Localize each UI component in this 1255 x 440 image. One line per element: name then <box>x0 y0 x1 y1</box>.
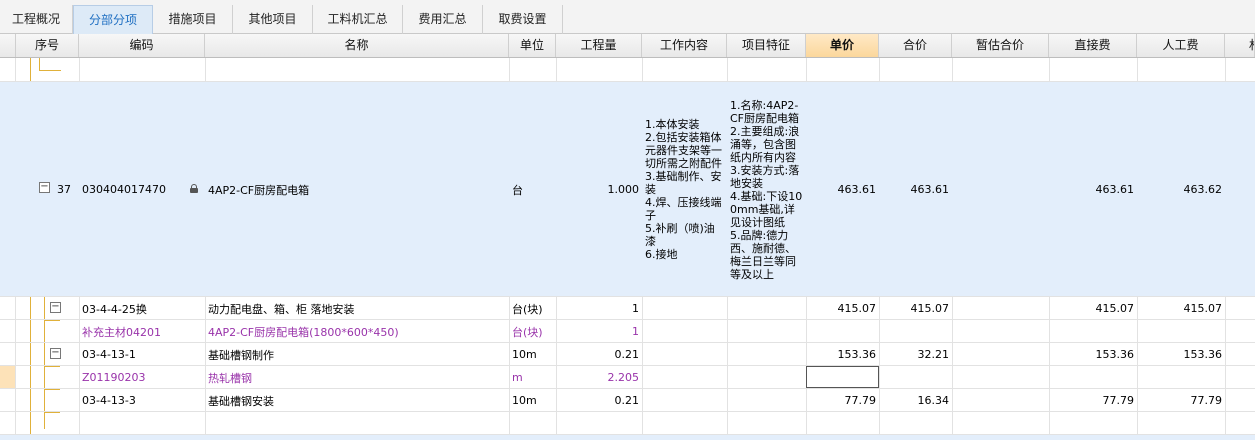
row-item-feature: 1.名称:4AP2-CF厨房配电箱 2.主要组成:浪涌等，包含图纸内所有内容 3… <box>730 98 803 281</box>
col-header-quantity[interactable]: 工程量 <box>556 34 642 57</box>
table-row[interactable]: − 03-4-13-1 基础槽钢制作 10m 0.21 153.36 32.21… <box>0 343 1255 366</box>
budget-editor-window: 工程概况 分部分项 措施项目 其他项目 工料机汇总 费用汇总 取费设置 序号 编… <box>0 0 1255 440</box>
table-row-material[interactable]: Z01190203 热轧槽钢 m 2.205 <box>0 366 1255 389</box>
row-labor-cost: 415.07 <box>1183 302 1223 315</box>
col-header-code[interactable]: 编码 <box>79 34 205 57</box>
grid-body: − 37 030404017470 4AP2-CF厨房配电箱 台 1.000 1… <box>0 58 1255 440</box>
lock-icon <box>190 184 198 193</box>
row-direct-cost: 463.61 <box>1095 183 1135 196</box>
row-total-price: 415.07 <box>910 302 950 315</box>
row-labor-cost: 463.62 <box>1183 183 1223 196</box>
row-unit: 10m <box>512 348 537 361</box>
table-row-item-37[interactable]: − 37 030404017470 4AP2-CF厨房配电箱 台 1.000 1… <box>0 82 1255 297</box>
col-header-name[interactable]: 名称 <box>205 34 509 57</box>
tab-other-items[interactable]: 其他项目 <box>233 5 313 34</box>
collapse-toggle[interactable]: − <box>50 348 61 359</box>
row-code: 03-4-13-3 <box>82 394 136 407</box>
row-unit-price: 77.79 <box>844 394 877 407</box>
row-total-price: 463.61 <box>910 183 950 196</box>
row-direct-cost: 153.36 <box>1095 348 1135 361</box>
grid-header: 序号 编码 名称 单位 工程量 工作内容 项目特征 单价 合价 暂估合价 直接费… <box>0 34 1255 58</box>
row-name: 4AP2-CF厨房配电箱(1800*600*450) <box>208 325 399 339</box>
current-row-marker <box>0 366 15 388</box>
row-unit: 台 <box>512 183 523 197</box>
table-row[interactable]: − 03-4-4-25换 动力配电盘、箱、柜 落地安装 台(块) 1 415.0… <box>0 297 1255 320</box>
col-header-work-content[interactable]: 工作内容 <box>642 34 727 57</box>
tab-measures[interactable]: 措施项目 <box>153 5 233 34</box>
row-quantity: 1 <box>632 302 639 315</box>
tab-material-summary[interactable]: 工料机汇总 <box>313 5 403 34</box>
col-header-labor-cost[interactable]: 人工费 <box>1137 34 1225 57</box>
row-direct-cost: 77.79 <box>1102 394 1135 407</box>
row-quantity: 0.21 <box>614 394 640 407</box>
row-seq: 37 <box>57 183 71 196</box>
row-name: 4AP2-CF厨房配电箱 <box>208 183 310 197</box>
row-total-price: 32.21 <box>917 348 950 361</box>
col-header-estimated-total[interactable]: 暂估合价 <box>952 34 1049 57</box>
row-unit-price: 153.36 <box>837 348 877 361</box>
row-unit-price: 463.61 <box>837 183 877 196</box>
col-header-unit[interactable]: 单位 <box>509 34 556 57</box>
row-work-content: 1.本体安装 2.包括安装箱体元器件支架等一切所需之附配件 3.基础制作、安装 … <box>645 118 722 261</box>
table-row[interactable]: 03-4-13-3 基础槽钢安装 10m 0.21 77.79 16.34 77… <box>0 389 1255 412</box>
table-row-material[interactable]: 补充主材04201 4AP2-CF厨房配电箱(1800*600*450) 台(块… <box>0 320 1255 343</box>
table-row-empty[interactable] <box>0 58 1255 82</box>
table-row-empty[interactable] <box>0 412 1255 435</box>
row-unit: 台(块) <box>512 325 543 339</box>
row-quantity: 2.205 <box>607 371 640 384</box>
tab-project-overview[interactable]: 工程概况 <box>0 5 73 34</box>
row-unit-price: 415.07 <box>837 302 877 315</box>
col-header-unit-price[interactable]: 单价 <box>806 34 879 57</box>
row-quantity: 0.21 <box>614 348 640 361</box>
row-labor-cost: 77.79 <box>1190 394 1223 407</box>
row-quantity: 1 <box>632 325 639 338</box>
table-row-next-item[interactable] <box>0 435 1255 440</box>
collapse-toggle[interactable]: − <box>50 302 61 313</box>
row-unit: m <box>512 371 523 384</box>
row-labor-cost: 153.36 <box>1183 348 1223 361</box>
row-code: 030404017470 <box>82 183 166 196</box>
tab-fee-summary[interactable]: 费用汇总 <box>403 5 483 34</box>
row-total-price: 16.34 <box>917 394 950 407</box>
row-name: 热轧槽钢 <box>208 371 252 385</box>
row-name: 动力配电盘、箱、柜 落地安装 <box>208 302 355 316</box>
module-tab-bar: 工程概况 分部分项 措施项目 其他项目 工料机汇总 费用汇总 取费设置 <box>0 0 1255 34</box>
row-header-corner <box>0 34 16 57</box>
col-header-material-cost[interactable]: 材 <box>1225 34 1255 57</box>
row-code: 03-4-13-1 <box>82 348 136 361</box>
tab-sub-items[interactable]: 分部分项 <box>73 5 153 34</box>
active-cell-editor[interactable] <box>806 366 879 388</box>
row-code: 03-4-4-25换 <box>82 302 147 316</box>
row-code: Z01190203 <box>82 371 146 384</box>
tab-fee-settings[interactable]: 取费设置 <box>483 5 563 34</box>
row-unit: 台(块) <box>512 302 543 316</box>
row-quantity: 1.000 <box>607 183 640 196</box>
collapse-toggle[interactable]: − <box>39 182 50 193</box>
row-name: 基础槽钢制作 <box>208 348 274 362</box>
col-header-item-feature[interactable]: 项目特征 <box>727 34 806 57</box>
row-name: 基础槽钢安装 <box>208 394 274 408</box>
row-code: 补充主材04201 <box>82 325 161 339</box>
row-unit: 10m <box>512 394 537 407</box>
col-header-direct-cost[interactable]: 直接费 <box>1049 34 1137 57</box>
col-header-total-price[interactable]: 合价 <box>879 34 952 57</box>
row-direct-cost: 415.07 <box>1095 302 1135 315</box>
col-header-seq[interactable]: 序号 <box>16 34 79 57</box>
